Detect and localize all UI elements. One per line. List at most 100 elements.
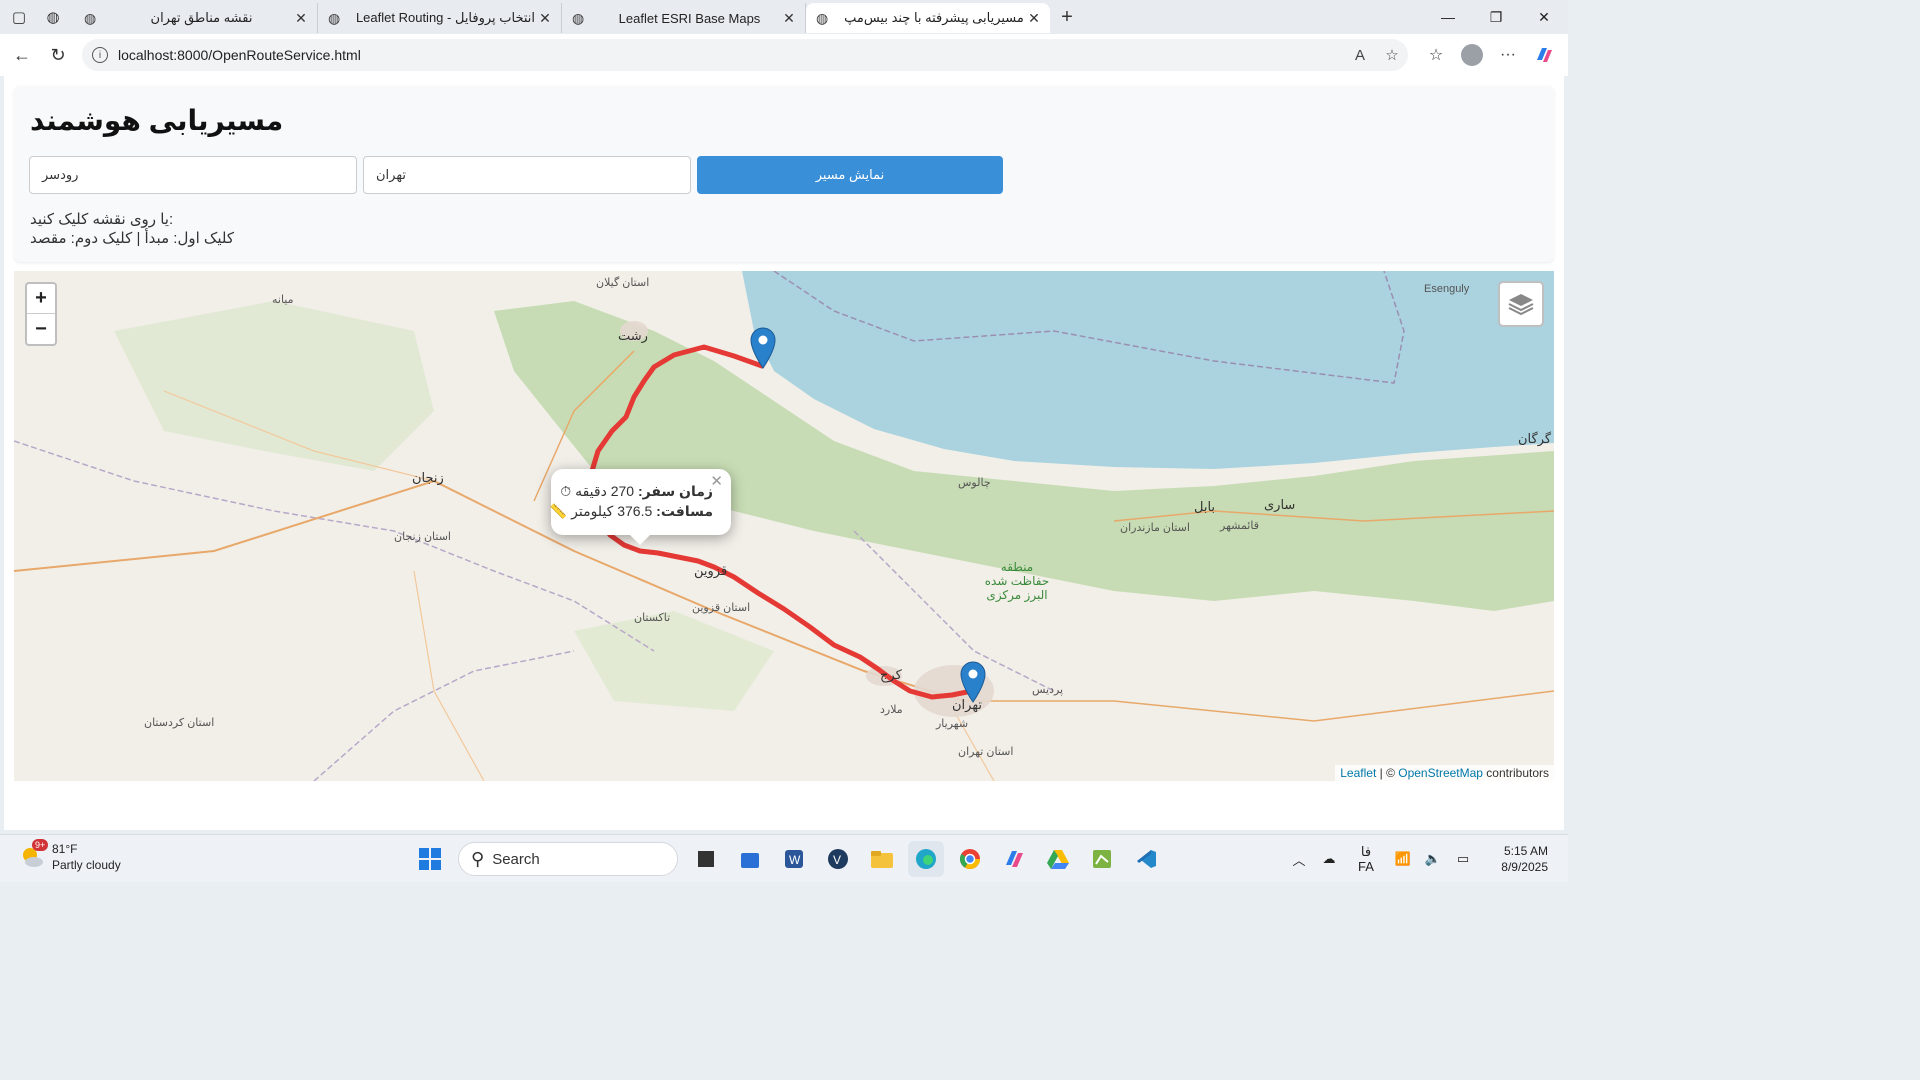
restore-icon[interactable]: ❐ — [1472, 0, 1520, 34]
taskbar: 9+ 81°F Partly cloudy ⚲ Search W V ︿ ☁ ف… — [0, 834, 1568, 882]
map-container[interactable]: استان گیلان رشت زنجان استان زنجان قزوین … — [14, 271, 1554, 781]
close-icon[interactable]: ✕ — [781, 10, 797, 27]
leaflet-link[interactable]: Leaflet — [1340, 766, 1376, 780]
profile-button[interactable] — [1454, 38, 1490, 72]
map-label-qaemshahr: قائمشهر — [1220, 520, 1259, 532]
site-info-icon[interactable]: i — [92, 47, 108, 63]
temperature: 81°F — [52, 842, 78, 856]
map-label-qazvin: قزوین — [694, 563, 728, 578]
origin-marker[interactable] — [750, 327, 776, 369]
task-view-icon[interactable] — [688, 841, 724, 877]
back-button[interactable]: ← — [4, 37, 40, 73]
tab-label: مسیریابی پیشرفته با چند بیس‌مپ — [844, 10, 1024, 25]
map-label-alborz-park: منطقه حفاظت شده البرز مرکزی — [984, 560, 1050, 602]
tab-esri-base-maps[interactable]: ◍ Leaflet ESRI Base Maps ✕ — [562, 3, 806, 33]
travel-time-row: زمان سفر: 270 دقیقه ⏱ — [560, 483, 713, 503]
workspace-globe-icon[interactable]: ◍ — [40, 4, 66, 30]
tab-advanced-routing[interactable]: ◍ مسیریابی پیشرفته با چند بیس‌مپ ✕ — [806, 3, 1050, 33]
popup-close-button[interactable]: ✕ — [710, 472, 723, 490]
onedrive-icon[interactable]: ☁ — [1314, 851, 1344, 867]
store-icon[interactable] — [732, 841, 768, 877]
sidebar-toggle-icon[interactable]: ▢ — [6, 4, 32, 30]
close-icon[interactable]: ✕ — [1026, 10, 1042, 27]
map-attribution: Leaflet | © OpenStreetMap contributors — [1335, 765, 1554, 781]
osm-link[interactable]: OpenStreetMap — [1398, 766, 1483, 780]
omnibox[interactable]: i localhost:8000/OpenRouteService.html A… — [82, 39, 1408, 71]
file-explorer-icon[interactable] — [864, 841, 900, 877]
new-tab-button[interactable]: + — [1050, 6, 1084, 29]
minimize-icon[interactable]: — — [1424, 0, 1472, 34]
globe-icon: ◍ — [816, 9, 829, 26]
chevron-up-icon[interactable]: ︿ — [1284, 850, 1314, 869]
favorite-star-icon[interactable]: ☆ — [1376, 46, 1408, 64]
copilot-icon[interactable] — [1526, 38, 1562, 72]
map-label-qazvin-prov: استان قزوین — [692, 602, 751, 614]
distance-row: مسافت: 376.5 کیلومتر 📏 — [550, 503, 713, 523]
partly-cloudy-icon: 9+ — [18, 839, 49, 871]
map-label-chalus: چالوس — [958, 477, 991, 489]
clock-time: 5:15 AM — [1503, 844, 1548, 858]
input-language[interactable]: فا FA — [1344, 844, 1388, 874]
attribution-contributors: contributors — [1482, 766, 1549, 780]
copilot-app-icon[interactable] — [996, 841, 1032, 877]
google-drive-icon[interactable] — [1040, 841, 1076, 877]
travel-time-value: 270 دقیقه — [575, 483, 635, 499]
more-menu-icon[interactable]: ··· — [1490, 38, 1526, 72]
clock-date: 8/9/2025 — [1501, 860, 1548, 874]
svg-text:V: V — [833, 853, 841, 867]
avatar — [1461, 44, 1483, 66]
distance-label: مسافت: — [656, 503, 713, 519]
clock[interactable]: 5:15 AM 8/9/2025 — [1478, 843, 1568, 875]
close-window-icon[interactable]: ✕ — [1520, 0, 1568, 34]
reload-button[interactable]: ↻ — [40, 37, 76, 73]
taskbar-search[interactable]: ⚲ Search — [458, 842, 678, 876]
close-icon[interactable]: ✕ — [537, 10, 553, 27]
volume-icon[interactable]: 🔈 — [1418, 851, 1448, 867]
url-text[interactable]: localhost:8000/OpenRouteService.html — [118, 47, 1344, 63]
weather-badge: 9+ — [32, 839, 49, 851]
weather-widget[interactable]: 9+ 81°F Partly cloudy — [18, 839, 121, 873]
map-label-malard: ملارد — [880, 704, 903, 716]
tab-leaflet-routing[interactable]: ◍ Leaflet Routing - انتخاب پروفایل ✕ — [318, 3, 562, 33]
destination-input[interactable]: تهران — [363, 156, 691, 194]
layers-control-button[interactable] — [1498, 281, 1544, 327]
favorites-icon[interactable]: ☆ — [1418, 38, 1454, 72]
globe-icon: ◍ — [84, 9, 97, 26]
language-fa: فا — [1360, 844, 1372, 859]
system-tray: ︿ ☁ فا FA 📶 🔈 ▭ 5:15 AM 8/9/2025 — [1284, 835, 1568, 883]
ruler-icon: 📏 — [549, 503, 568, 519]
destination-marker[interactable] — [960, 661, 986, 703]
tab-label: نقشه مناطق تهران — [150, 10, 253, 25]
page-body: مسیریابی هوشمند رودسر تهران نمایش مسیر ی… — [4, 76, 1564, 830]
map-label-mazandaran: استان مازندران — [1120, 522, 1190, 534]
vscode-icon[interactable] — [1128, 841, 1164, 877]
map-app-icon[interactable] — [1084, 841, 1120, 877]
read-aloud-icon[interactable]: A — [1344, 47, 1376, 64]
browser-tabstrip: ▢ ◍ ◍ نقشه مناطق تهران ✕ ◍ Leaflet Routi… — [0, 0, 1568, 34]
taskbar-apps: ⚲ Search W V — [408, 841, 1168, 877]
map-label-kordestan: استان کردستان — [144, 717, 215, 729]
word-icon[interactable]: W — [776, 841, 812, 877]
edge-icon[interactable] — [908, 841, 944, 877]
zoom-out-button[interactable]: − — [27, 314, 55, 344]
windows-start-icon[interactable] — [412, 841, 448, 877]
globe-icon: ◍ — [572, 9, 585, 26]
close-icon[interactable]: ✕ — [293, 10, 309, 27]
map-label-tehran-prov: استان تهران — [958, 746, 1014, 758]
hint-line-1: یا روی نقشه کلیک کنید: — [30, 211, 174, 228]
tab-tehran-regions[interactable]: ◍ نقشه مناطق تهران ✕ — [74, 3, 318, 33]
window-controls: — ❐ ✕ — [1424, 0, 1568, 34]
vscode-like-icon[interactable]: V — [820, 841, 856, 877]
chrome-icon[interactable] — [952, 841, 988, 877]
wifi-icon[interactable]: 📶 — [1388, 851, 1418, 867]
distance-value: 376.5 کیلومتر — [571, 503, 653, 519]
map-label-sari: ساری — [1264, 497, 1296, 512]
map-label-esenguly: Esenguly — [1424, 283, 1470, 295]
map-label-zanjan: زنجان — [412, 470, 444, 485]
origin-input[interactable]: رودسر — [29, 156, 357, 194]
show-route-button[interactable]: نمایش مسیر — [697, 156, 1003, 194]
map-label-babol: بابل — [1194, 499, 1216, 514]
zoom-in-button[interactable]: + — [27, 284, 55, 314]
tab-label: Leaflet Routing - انتخاب پروفایل — [355, 10, 536, 25]
battery-icon[interactable]: ▭ — [1448, 851, 1478, 867]
